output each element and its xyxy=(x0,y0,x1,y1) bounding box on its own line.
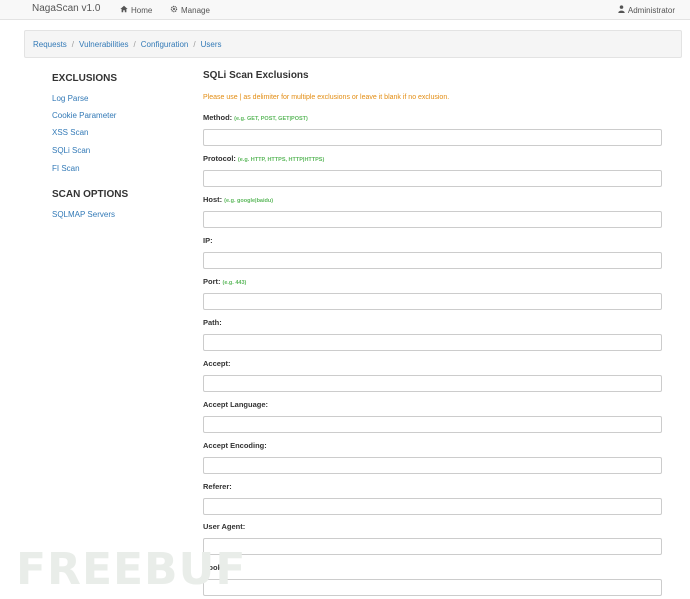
breadcrumb-vulnerabilities[interactable]: Vulnerabilities xyxy=(79,40,129,49)
breadcrumb: Requests / Vulnerabilities / Configurati… xyxy=(24,30,682,58)
path-label: Path: xyxy=(203,318,222,327)
breadcrumb-separator: / xyxy=(133,39,136,49)
nav-user-label: Administrator xyxy=(627,5,675,15)
nav-user-menu[interactable]: Administrator xyxy=(618,5,675,15)
ip-label: IP: xyxy=(203,236,213,245)
user-agent-input[interactable] xyxy=(203,538,662,555)
protocol-field-group: Protocol: (e.g. HTTP, HTTPS, HTTP|HTTPS) xyxy=(203,154,663,187)
accept-input[interactable] xyxy=(203,375,662,392)
cookie-field-group: Cookie: xyxy=(203,563,663,596)
accept-language-field-group: Accept Language: xyxy=(203,400,663,433)
path-field-group: Path: xyxy=(203,318,663,351)
referer-input[interactable] xyxy=(203,498,662,515)
user-agent-field-group: User Agent: xyxy=(203,522,663,555)
sidebar-item-cookie-parameter[interactable]: Cookie Parameter xyxy=(52,111,116,120)
accept-encoding-label: Accept Encoding: xyxy=(203,441,267,450)
method-input[interactable] xyxy=(203,129,662,146)
nav-manage-link[interactable]: Manage xyxy=(170,5,210,15)
host-field-group: Host: (e.g. google|baidu) xyxy=(203,195,663,228)
protocol-example: (e.g. HTTP, HTTPS, HTTP|HTTPS) xyxy=(237,157,325,163)
accept-language-label: Accept Language: xyxy=(203,400,269,409)
accept-label: Accept: xyxy=(203,359,231,368)
referer-label: Referer: xyxy=(203,482,232,491)
port-input[interactable] xyxy=(203,293,662,310)
user-icon xyxy=(618,5,625,15)
accept-field-group: Accept: xyxy=(203,359,663,392)
sidebar-item-log-parse[interactable]: Log Parse xyxy=(52,94,88,103)
cookie-input[interactable] xyxy=(203,579,662,596)
ip-field-group: IP: xyxy=(203,236,663,269)
method-label: Method: xyxy=(203,113,233,122)
host-input[interactable] xyxy=(203,211,662,228)
home-icon xyxy=(120,5,128,15)
referer-field-group: Referer: xyxy=(203,482,663,515)
port-label: Port: xyxy=(203,277,221,286)
sidebar-item-sqli-scan[interactable]: SQLi Scan xyxy=(52,146,90,155)
protocol-label: Protocol: xyxy=(203,154,236,163)
sidebar-item-sqlmap-servers[interactable]: SQLMAP Servers xyxy=(52,210,115,219)
method-example: (e.g. GET, POST, GET|POST) xyxy=(234,116,308,122)
sidebar-item-xss-scan[interactable]: XSS Scan xyxy=(52,128,88,137)
method-field-group: Method: (e.g. GET, POST, GET|POST) xyxy=(203,113,663,146)
exclusions-heading: EXCLUSIONS xyxy=(52,73,118,84)
breadcrumb-requests[interactable]: Requests xyxy=(33,40,67,49)
accept-encoding-field-group: Accept Encoding: xyxy=(203,441,663,474)
brand-name[interactable]: NagaScan v1.0 xyxy=(32,3,100,14)
user-agent-label: User Agent: xyxy=(203,522,246,531)
breadcrumb-separator: / xyxy=(193,39,196,49)
ip-input[interactable] xyxy=(203,252,662,269)
nav-home-link[interactable]: Home xyxy=(120,5,152,15)
gear-icon xyxy=(170,5,178,15)
freebuf-watermark: FREEBUF xyxy=(16,544,247,595)
nav-manage-label: Manage xyxy=(181,5,210,15)
accept-language-input[interactable] xyxy=(203,416,662,433)
breadcrumb-configuration[interactable]: Configuration xyxy=(141,40,189,49)
sidebar-item-fi-scan[interactable]: FI Scan xyxy=(52,164,80,173)
path-input[interactable] xyxy=(203,334,662,351)
protocol-input[interactable] xyxy=(203,170,662,187)
accept-encoding-input[interactable] xyxy=(203,457,662,474)
host-example: (e.g. google|baidu) xyxy=(224,198,274,204)
top-navbar: NagaScan v1.0 Home Manage Administrator xyxy=(0,0,690,20)
exclusion-hint: Please use | as delimiter for multiple e… xyxy=(203,94,450,101)
breadcrumb-separator: / xyxy=(71,39,75,49)
port-example: (e.g. 443) xyxy=(222,280,247,286)
scan-options-heading: SCAN OPTIONS xyxy=(52,189,129,200)
page-title: SQLi Scan Exclusions xyxy=(203,70,309,81)
port-field-group: Port: (e.g. 443) xyxy=(203,277,663,310)
breadcrumb-users[interactable]: Users xyxy=(201,40,222,49)
host-label: Host: xyxy=(203,195,223,204)
nav-home-label: Home xyxy=(131,5,153,15)
